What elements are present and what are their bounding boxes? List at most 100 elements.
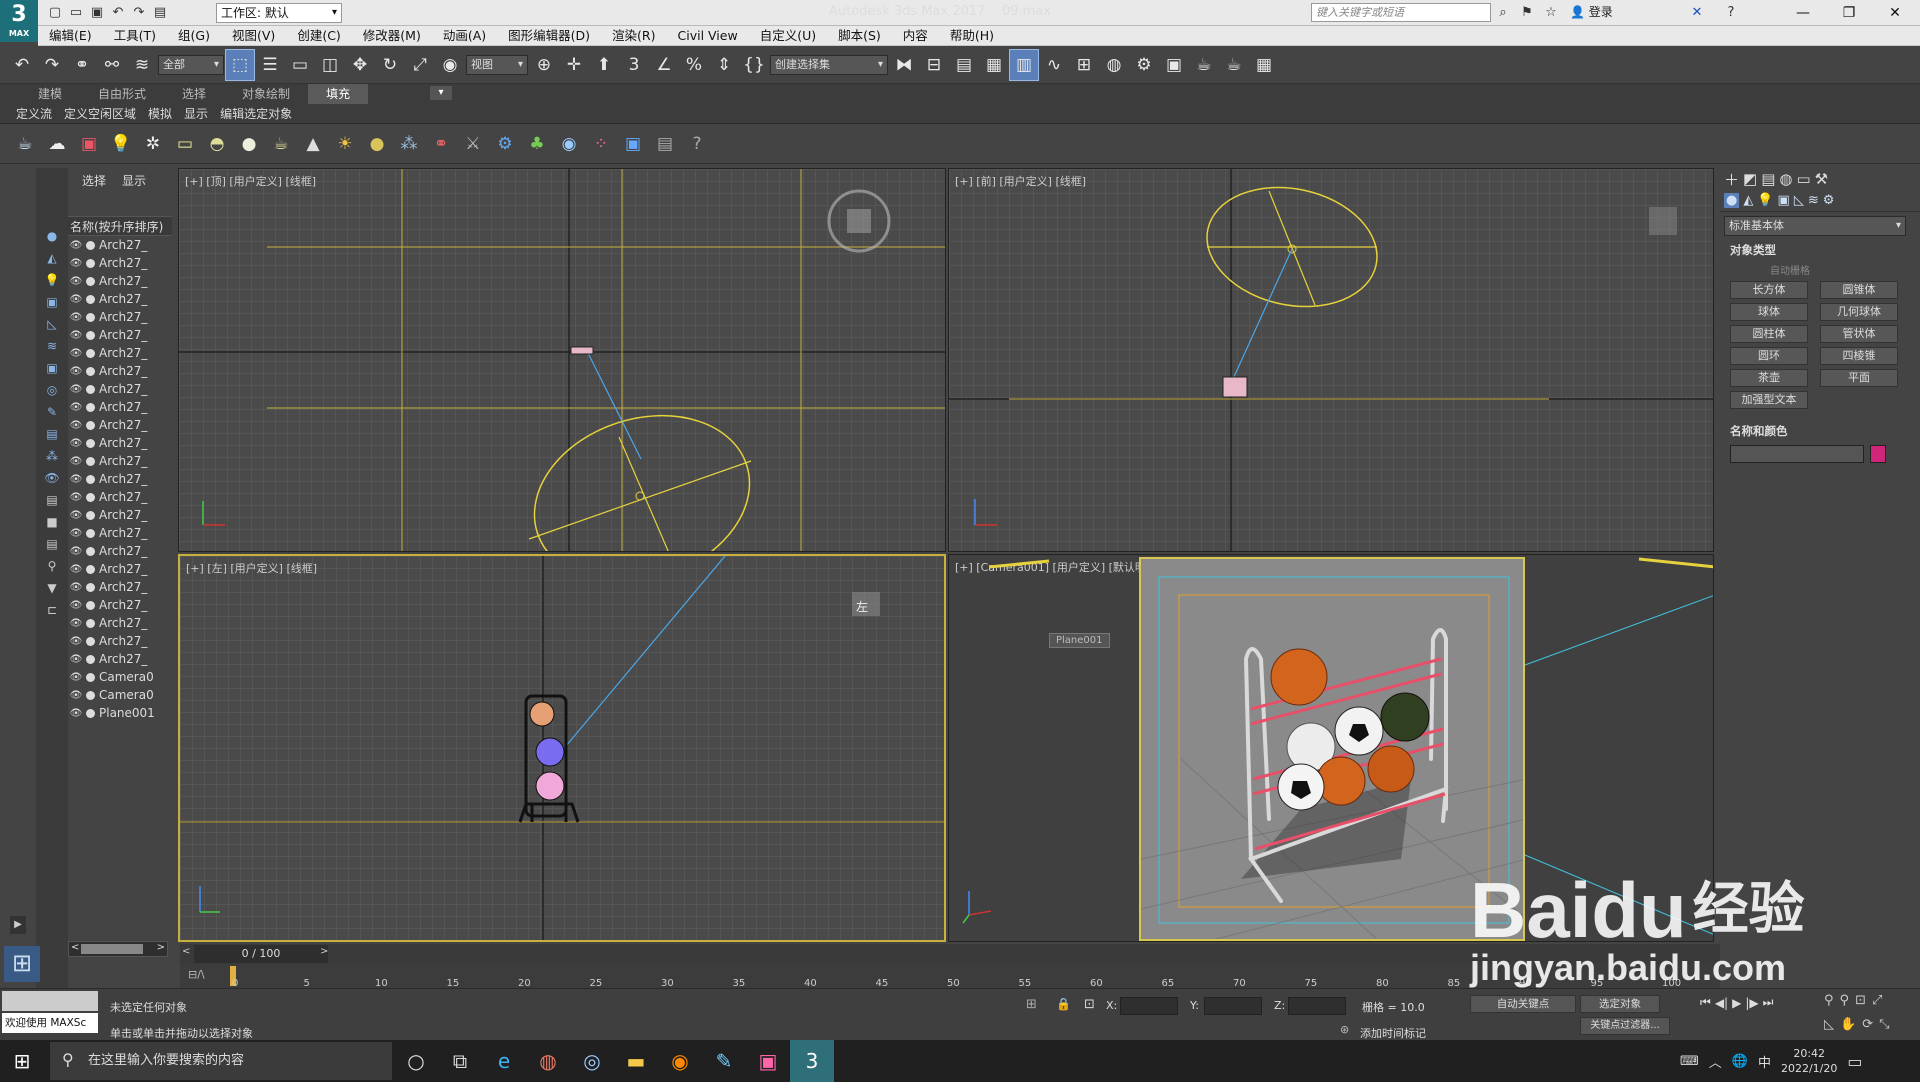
- app-icon[interactable]: ◍: [526, 1040, 570, 1082]
- task-view-icon[interactable]: ⧉: [438, 1040, 482, 1082]
- window-crossing-icon[interactable]: ◫: [316, 50, 344, 80]
- list-item[interactable]: 👁 Arch27_: [68, 542, 172, 560]
- display-xrefs-icon[interactable]: ◎: [41, 380, 63, 400]
- list-item[interactable]: 👁 Arch27_: [68, 380, 172, 398]
- list-item[interactable]: 👁 Arch27_: [68, 650, 172, 668]
- list-item[interactable]: 👁 Camera0: [68, 686, 172, 704]
- find-icon[interactable]: ⚲: [41, 556, 63, 576]
- cone-icon[interactable]: ▲: [298, 129, 328, 159]
- display-lights-icon[interactable]: 💡: [41, 270, 63, 290]
- spinner-snap-icon[interactable]: ⇕: [710, 50, 738, 80]
- list-item[interactable]: 👁 Arch27_: [68, 326, 172, 344]
- goto-start-icon[interactable]: ⏮: [1700, 995, 1711, 1010]
- explorer-scrollbar[interactable]: < >: [68, 941, 168, 957]
- time-prev-icon[interactable]: <: [182, 946, 190, 957]
- list-item[interactable]: 👁 Arch27_: [68, 578, 172, 596]
- list-item[interactable]: 👁 Arch27_: [68, 506, 172, 524]
- favorites-star-icon[interactable]: ☆: [1542, 4, 1560, 22]
- x-coordinate-field[interactable]: [1120, 997, 1178, 1015]
- visibility-eye-icon[interactable]: 👁: [68, 546, 84, 557]
- viewport-left[interactable]: [+] [左] [用户定义] [线框] 左: [178, 554, 946, 942]
- windows-start-icon[interactable]: ⊞: [0, 1040, 44, 1082]
- select-children-icon[interactable]: ⊏: [41, 600, 63, 620]
- display-helpers-icon[interactable]: ◺: [41, 314, 63, 334]
- menu-item[interactable]: 创建(C): [286, 26, 351, 46]
- 3dsmax-taskbar-icon[interactable]: 3: [790, 1040, 834, 1082]
- save-icon[interactable]: ▣: [88, 4, 106, 22]
- app-icon[interactable]: ◎: [570, 1040, 614, 1082]
- orbit-icon[interactable]: ⟳: [1862, 1017, 1873, 1032]
- track-bar-filter-icon[interactable]: ⊟/\: [188, 968, 205, 981]
- primitive-button[interactable]: 球体: [1730, 303, 1808, 321]
- taskbar-search-input[interactable]: 在这里输入你要搜索的内容: [50, 1042, 392, 1080]
- add-time-tag[interactable]: 添加时间标记: [1360, 1025, 1426, 1041]
- primitive-button[interactable]: 圆锥体: [1820, 281, 1898, 299]
- tray-expand-icon[interactable]: ︿: [1709, 1052, 1722, 1071]
- populate-panel-tab[interactable]: 编辑选定对象: [214, 104, 298, 124]
- visibility-eye-icon[interactable]: 👁: [68, 636, 84, 647]
- display-containers-icon[interactable]: ▤: [41, 424, 63, 444]
- primitive-button[interactable]: 管状体: [1820, 325, 1898, 343]
- list-item[interactable]: 👁 Plane001: [68, 704, 172, 722]
- name-color-header[interactable]: 名称和颜色: [1720, 423, 1920, 439]
- unlink-icon[interactable]: ⚯: [98, 50, 126, 80]
- spacewarps-icon[interactable]: ≋: [1808, 193, 1819, 208]
- systems-icon[interactable]: ⚙: [1823, 193, 1835, 208]
- maximize-toggle-icon[interactable]: ⤡: [1879, 1017, 1889, 1032]
- menu-item[interactable]: 渲染(R): [601, 26, 666, 46]
- mirror-icon[interactable]: ⧓: [890, 50, 918, 80]
- scene-explorer-icon[interactable]: ▥: [1009, 48, 1039, 81]
- sky-icon[interactable]: ●: [362, 129, 392, 159]
- display-tab-icon[interactable]: ▭: [1796, 170, 1810, 188]
- populate-panel-tab[interactable]: 定义流: [10, 104, 58, 124]
- schematic-view-icon[interactable]: ⊞: [1070, 50, 1098, 80]
- notepad-icon[interactable]: ✎: [702, 1040, 746, 1082]
- select-manipulate-icon[interactable]: ✛: [560, 50, 588, 80]
- add-time-tag-icon[interactable]: ⊛: [1340, 1023, 1349, 1036]
- visibility-eye-icon[interactable]: 👁: [68, 600, 84, 611]
- autogrid-checkbox[interactable]: 自动栅格: [1720, 258, 1920, 279]
- menu-item[interactable]: 编辑(E): [38, 26, 103, 46]
- pivot-center-icon[interactable]: ⊕: [530, 50, 558, 80]
- filter-icon[interactable]: ▼: [41, 578, 63, 598]
- motion-tab-icon[interactable]: ◍: [1779, 170, 1792, 188]
- visibility-eye-icon[interactable]: 👁: [68, 672, 84, 683]
- ribbon-tab[interactable]: 建模: [20, 84, 80, 104]
- list-item[interactable]: 👁 Arch27_: [68, 452, 172, 470]
- visibility-eye-icon[interactable]: 👁: [68, 564, 84, 575]
- display-spacewarps-icon[interactable]: ≋: [41, 336, 63, 356]
- visibility-eye-icon[interactable]: 👁: [68, 510, 84, 521]
- minimize-button[interactable]: —: [1780, 0, 1826, 26]
- visibility-eye-icon[interactable]: 👁: [68, 348, 84, 359]
- visibility-eye-icon[interactable]: 👁: [68, 618, 84, 629]
- search-input[interactable]: 键入关键字或短语: [1311, 3, 1491, 22]
- primitive-button[interactable]: 四棱锥: [1820, 347, 1898, 365]
- ime-indicator[interactable]: 中: [1758, 1052, 1771, 1071]
- viewport-top[interactable]: [+] [顶] [用户定义] [线框]: [178, 168, 946, 552]
- ribbon-tab[interactable]: 对象绘制: [224, 84, 308, 104]
- auto-key-button[interactable]: 自动关键点: [1470, 995, 1576, 1013]
- visibility-eye-icon[interactable]: 👁: [68, 474, 84, 485]
- visibility-eye-icon[interactable]: 👁: [68, 276, 84, 287]
- menu-item[interactable]: 脚本(S): [827, 26, 892, 46]
- visibility-eye-icon[interactable]: 👁: [68, 492, 84, 503]
- list-item[interactable]: 👁 Arch27_: [68, 488, 172, 506]
- list-item[interactable]: 👁 Arch27_: [68, 344, 172, 362]
- menu-item[interactable]: 视图(V): [221, 26, 286, 46]
- tab-display[interactable]: 显示: [114, 168, 154, 194]
- time-slider-thumb[interactable]: 0 / 100: [194, 945, 328, 963]
- z-coordinate-field[interactable]: [1288, 997, 1346, 1015]
- render-setup-icon[interactable]: ⚙: [1130, 50, 1158, 80]
- edge-browser-icon[interactable]: e: [482, 1040, 526, 1082]
- maxscript-listener[interactable]: [2, 991, 98, 1011]
- menu-item[interactable]: Civil View: [667, 26, 749, 46]
- visibility-eye-icon[interactable]: 👁: [68, 384, 84, 395]
- list-item[interactable]: 👁 Arch27_: [68, 272, 172, 290]
- set-key-dropdown[interactable]: 选定对象: [1580, 995, 1660, 1013]
- zoom-icon[interactable]: ⚲: [1824, 993, 1834, 1008]
- shapes-icon[interactable]: ◭: [1743, 193, 1753, 208]
- zoom-extents-icon[interactable]: ⊡: [1855, 993, 1866, 1008]
- populate-panel-tab[interactable]: 定义空闲区域: [58, 104, 142, 124]
- visibility-eye-icon[interactable]: 👁: [68, 366, 84, 377]
- ribbon-tab[interactable]: 自由形式: [80, 84, 164, 104]
